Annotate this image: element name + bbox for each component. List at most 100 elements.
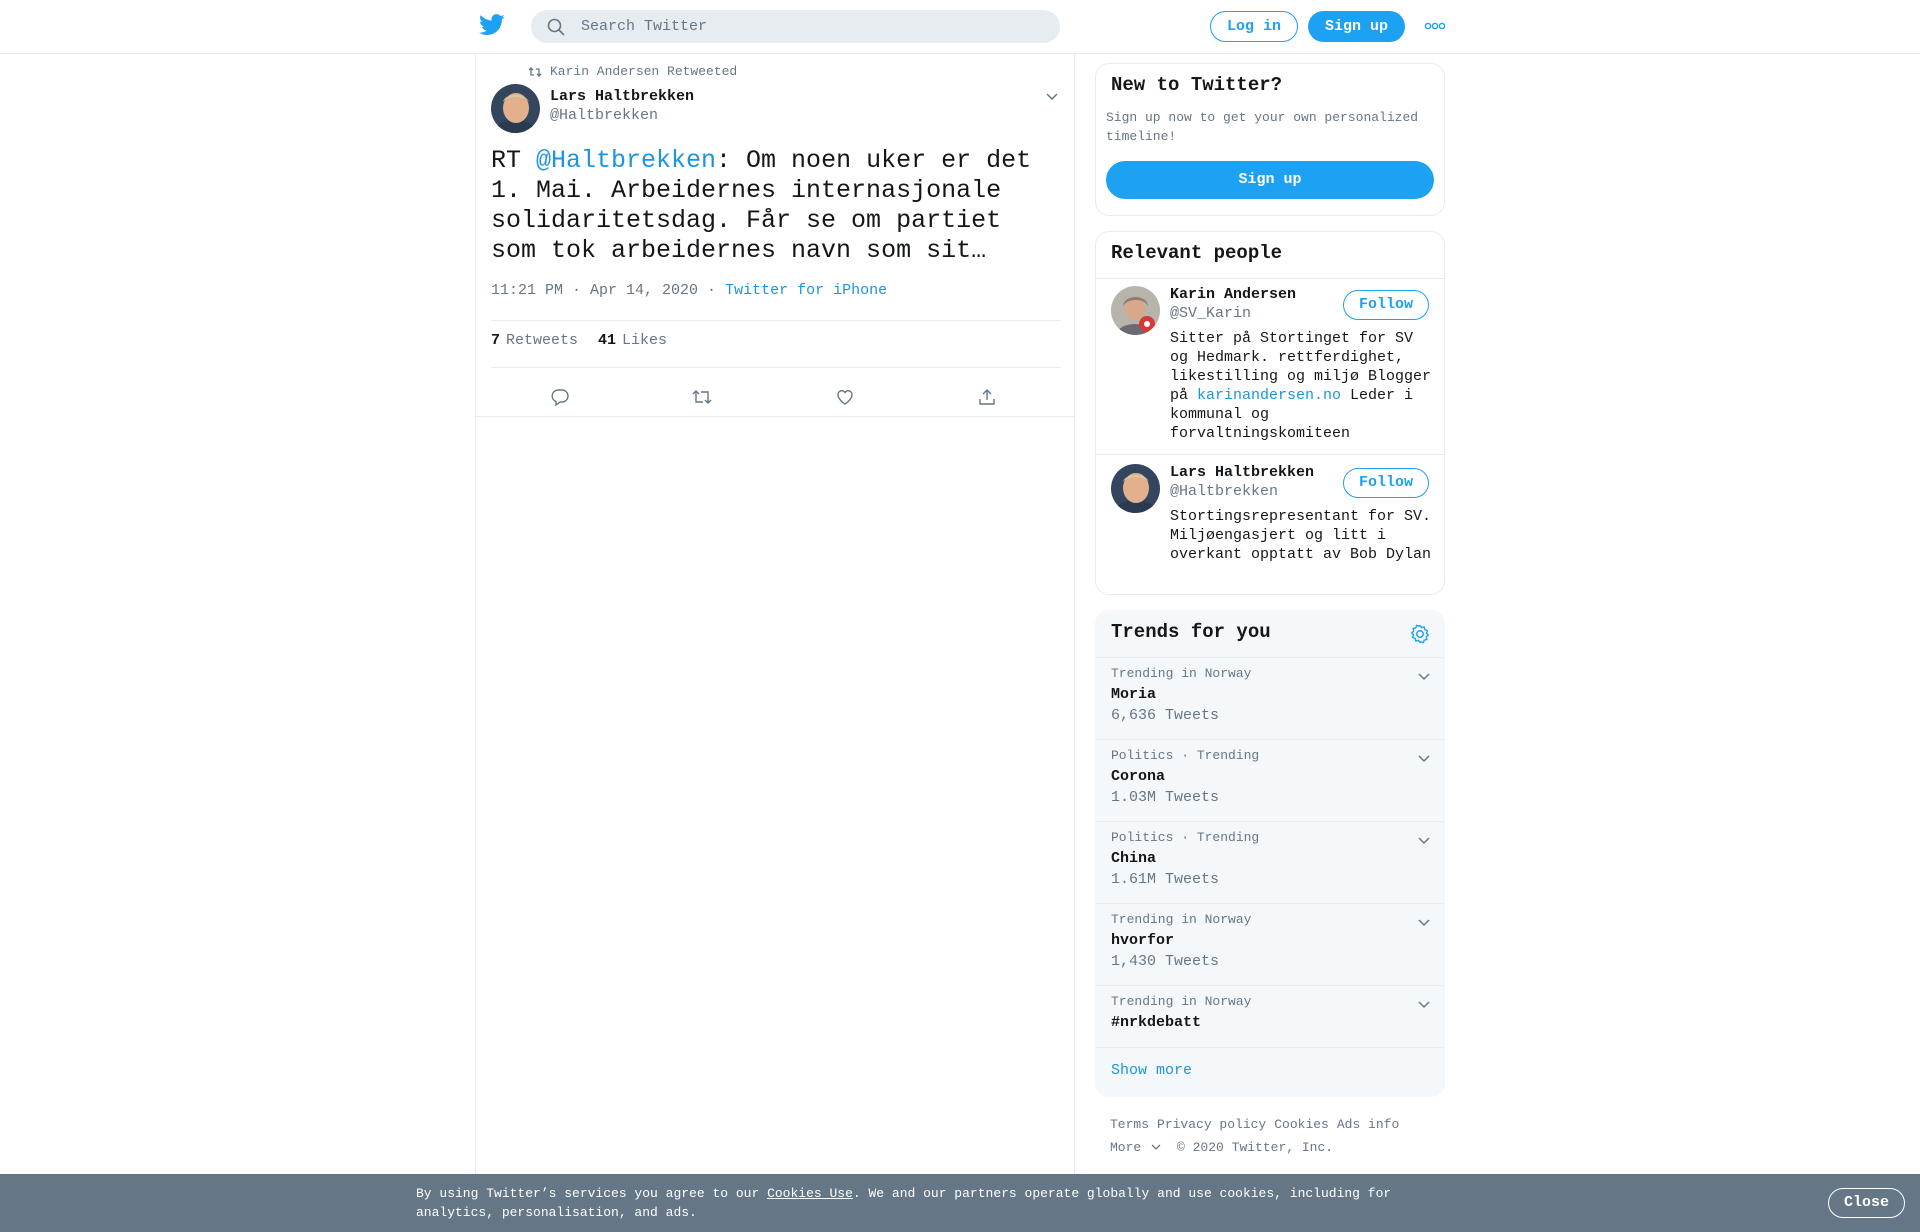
tweet-text: RT @Haltbrekken: Om noen uker er det 1. … (491, 146, 1061, 266)
sidebar-signup-button[interactable]: Sign up (1106, 161, 1434, 199)
new-to-twitter-card: New to Twitter? Sign up now to get your … (1095, 63, 1445, 216)
login-button[interactable]: Log in (1210, 11, 1298, 42)
author-name[interactable]: Lars Haltbrekken (550, 88, 694, 105)
footer-link-ads-info[interactable]: Ads info (1337, 1117, 1399, 1132)
chevron-down-icon[interactable] (1416, 832, 1432, 848)
relevant-people-card: Relevant people Karin Andersen @SV_Karin… (1095, 231, 1445, 595)
person-handle[interactable]: @Haltbrekken (1170, 483, 1278, 500)
trend-item[interactable]: Trending in Norway Moria 6,636 Tweets (1096, 657, 1444, 739)
chevron-down-icon[interactable] (1416, 668, 1432, 684)
chevron-down-icon[interactable] (1416, 914, 1432, 930)
tweet-timestamp[interactable]: 11:21 PM · Apr 14, 2020 (491, 282, 698, 299)
sidebar-footer: Terms Privacy policy Cookies Ads info More … (1110, 1113, 1440, 1159)
trend-item[interactable]: Politics · Trending China 1.61M Tweets (1096, 821, 1444, 903)
share-icon (979, 389, 995, 405)
chevron-down-icon[interactable] (1044, 88, 1060, 104)
retweets-label: Retweets (506, 332, 579, 349)
search-bar[interactable] (531, 10, 1060, 43)
trends-title: Trends for you (1111, 621, 1271, 643)
cookie-text-start: By using Twitter’s services you agree to… (416, 1186, 768, 1201)
retweeted-by-label: Karin Andersen Retweeted (550, 64, 738, 79)
cookie-banner: By using Twitter’s services you agree to… (0, 1174, 1920, 1232)
tweet-stats: 7 Retweets 41 Likes (491, 332, 667, 349)
trend-name[interactable]: hvorfor (1111, 932, 1174, 949)
trend-count: 6,636 Tweets (1111, 707, 1220, 724)
trend-item[interactable]: Trending in Norway hvorfor 1,430 Tweets (1096, 903, 1444, 985)
footer-more-button[interactable]: More (1110, 1140, 1161, 1155)
divider (491, 367, 1061, 368)
footer-link-cookies[interactable]: Cookies (1274, 1117, 1329, 1132)
chevron-down-icon[interactable] (1416, 996, 1432, 1012)
search-icon (547, 18, 565, 36)
reply-icon (551, 389, 569, 407)
trends-card: Trends for you Trending in Norway Moria … (1095, 610, 1445, 1097)
retweet-context: Karin Andersen Retweeted (528, 64, 737, 79)
like-button[interactable] (828, 380, 862, 414)
footer-link-terms[interactable]: Terms (1110, 1117, 1149, 1132)
trend-name[interactable]: China (1111, 850, 1156, 867)
trend-context: Politics · Trending (1111, 830, 1260, 845)
trend-count: 1,430 Tweets (1111, 953, 1220, 970)
person-card[interactable]: Karin Andersen @SV_Karin Follow Sitter p… (1096, 278, 1444, 454)
divider (1096, 1047, 1444, 1048)
trend-context: Politics · Trending (1111, 748, 1260, 763)
search-input[interactable] (581, 10, 1041, 43)
new-to-twitter-title: New to Twitter? (1111, 74, 1283, 96)
person-handle[interactable]: @SV_Karin (1170, 305, 1251, 322)
reply-button[interactable] (543, 380, 577, 414)
footer-link-privacy[interactable]: Privacy policy (1157, 1117, 1266, 1132)
copyright: © 2020 Twitter, Inc. (1177, 1140, 1334, 1155)
share-button[interactable] (970, 380, 1004, 414)
follow-button[interactable]: Follow (1343, 468, 1429, 498)
author-handle[interactable]: @Haltbrekken (550, 107, 658, 124)
retweet-small-icon (528, 66, 542, 77)
divider (1096, 454, 1444, 455)
trend-name[interactable]: Corona (1111, 768, 1165, 785)
follow-button[interactable]: Follow (1343, 290, 1429, 320)
likes-count: 41 (598, 332, 617, 349)
divider (476, 416, 1074, 417)
trend-count: 1.03M Tweets (1111, 789, 1220, 806)
like-icon (837, 390, 853, 405)
trend-item[interactable]: Trending in Norway #nrkdebatt (1096, 985, 1444, 1047)
meta-separator: · (698, 282, 726, 299)
divider (491, 320, 1061, 321)
person-avatar[interactable] (1111, 464, 1160, 513)
author-avatar[interactable] (491, 84, 540, 133)
likes-label: Likes (622, 332, 668, 349)
person-card[interactable]: Lars Haltbrekken @Haltbrekken Follow Sto… (1096, 456, 1444, 594)
footer-more-label: More (1110, 1140, 1142, 1155)
cookie-text: By using Twitter’s services you agree to… (416, 1184, 1416, 1222)
trend-context: Trending in Norway (1111, 666, 1252, 681)
person-bio-link[interactable]: karinandersen.no (1197, 387, 1341, 404)
retweet-icon (692, 390, 712, 404)
person-avatar[interactable] (1111, 286, 1160, 335)
person-bio: Stortingsrepresentant for SV. Miljøengas… (1170, 508, 1432, 563)
tweet-mention-link[interactable]: @Haltbrekken (536, 146, 716, 175)
trend-name[interactable]: Moria (1111, 686, 1156, 703)
cookie-close-button[interactable]: Close (1828, 1188, 1905, 1218)
retweets-count: 7 (491, 332, 501, 349)
likes-stat[interactable]: 41 Likes (598, 332, 667, 349)
trend-context: Trending in Norway (1111, 994, 1252, 1009)
cookies-use-link[interactable]: Cookies Use (767, 1186, 853, 1201)
person-name[interactable]: Karin Andersen (1170, 286, 1296, 303)
new-to-twitter-subtitle: Sign up now to get your own personalized… (1106, 110, 1419, 144)
chevron-down-icon (1151, 1144, 1161, 1150)
retweets-stat[interactable]: 7 Retweets (491, 332, 578, 349)
person-name[interactable]: Lars Haltbrekken (1170, 464, 1314, 481)
trend-count: 1.61M Tweets (1111, 871, 1220, 888)
more-icon[interactable] (1424, 20, 1446, 32)
gear-icon[interactable] (1409, 623, 1431, 645)
relevant-people-title: Relevant people (1111, 242, 1283, 264)
show-more-link[interactable]: Show more (1111, 1062, 1192, 1079)
twitter-logo-icon[interactable] (479, 14, 505, 36)
tweet-source-link[interactable]: Twitter for iPhone (725, 282, 887, 299)
signup-button[interactable]: Sign up (1308, 11, 1405, 42)
retweet-button[interactable] (685, 380, 719, 414)
trend-item[interactable]: Politics · Trending Corona 1.03M Tweets (1096, 739, 1444, 821)
chevron-down-icon[interactable] (1416, 750, 1432, 766)
tweet-column: Karin Andersen Retweeted Lars Haltbrekke… (475, 54, 1075, 1174)
top-navigation-bar: Log in Sign up (0, 0, 1920, 54)
trend-name[interactable]: #nrkdebatt (1111, 1014, 1201, 1031)
